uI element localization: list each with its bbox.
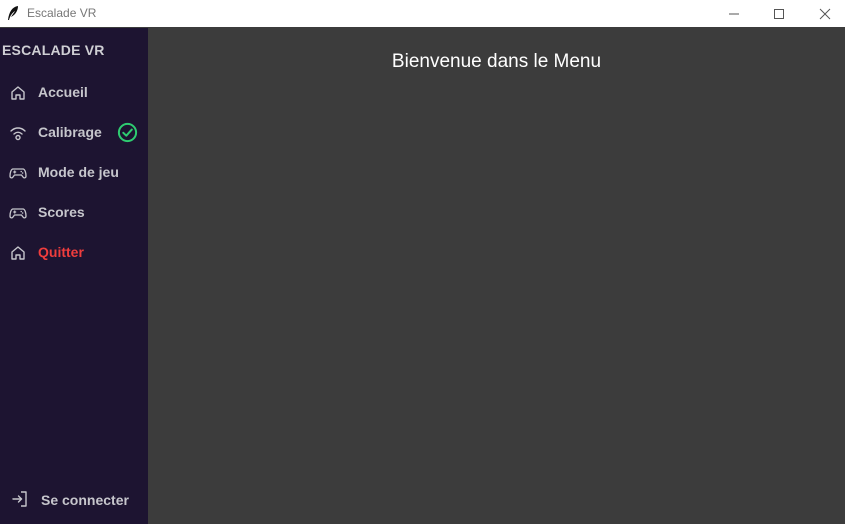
close-button[interactable] xyxy=(802,0,845,27)
main-content: Bienvenue dans le Menu xyxy=(148,28,845,524)
sidebar-item-label: Calibrage xyxy=(38,124,102,140)
sidebar-item-label: Accueil xyxy=(38,84,88,100)
gamepad-icon xyxy=(9,208,27,219)
sidebar-item-quitter[interactable]: Quitter xyxy=(0,234,148,270)
maximize-icon xyxy=(774,8,784,19)
home-icon xyxy=(11,246,25,260)
close-icon xyxy=(819,8,831,19)
window-title: Escalade VR xyxy=(27,6,97,20)
check-circle-icon xyxy=(117,122,138,143)
wifi-icon xyxy=(10,127,26,141)
sidebar-item-mode-de-jeu[interactable]: Mode de jeu xyxy=(0,154,148,190)
maximize-button[interactable] xyxy=(756,0,802,27)
sidebar-item-label: Quitter xyxy=(38,244,84,260)
page-title: Bienvenue dans le Menu xyxy=(391,51,602,72)
sidebar-item-scores[interactable]: Scores xyxy=(0,194,148,230)
brand-title: ESCALADE VR xyxy=(2,42,105,58)
login-icon xyxy=(12,491,27,507)
login-label: Se connecter xyxy=(41,492,129,508)
sidebar-item-label: Mode de jeu xyxy=(38,164,119,180)
window-titlebar: Escalade VR xyxy=(0,0,845,27)
sidebar-item-calibrage[interactable]: Calibrage xyxy=(0,114,148,150)
minimize-icon xyxy=(729,13,739,14)
gamepad-icon xyxy=(9,168,27,179)
home-icon xyxy=(11,86,25,100)
sidebar-item-label: Scores xyxy=(38,204,85,220)
minimize-button[interactable] xyxy=(711,0,757,27)
sidebar-item-accueil[interactable]: Accueil xyxy=(0,74,148,110)
feather-icon xyxy=(8,6,18,20)
sidebar: ESCALADE VR Accueil Calibrage Mode de je… xyxy=(0,28,148,524)
